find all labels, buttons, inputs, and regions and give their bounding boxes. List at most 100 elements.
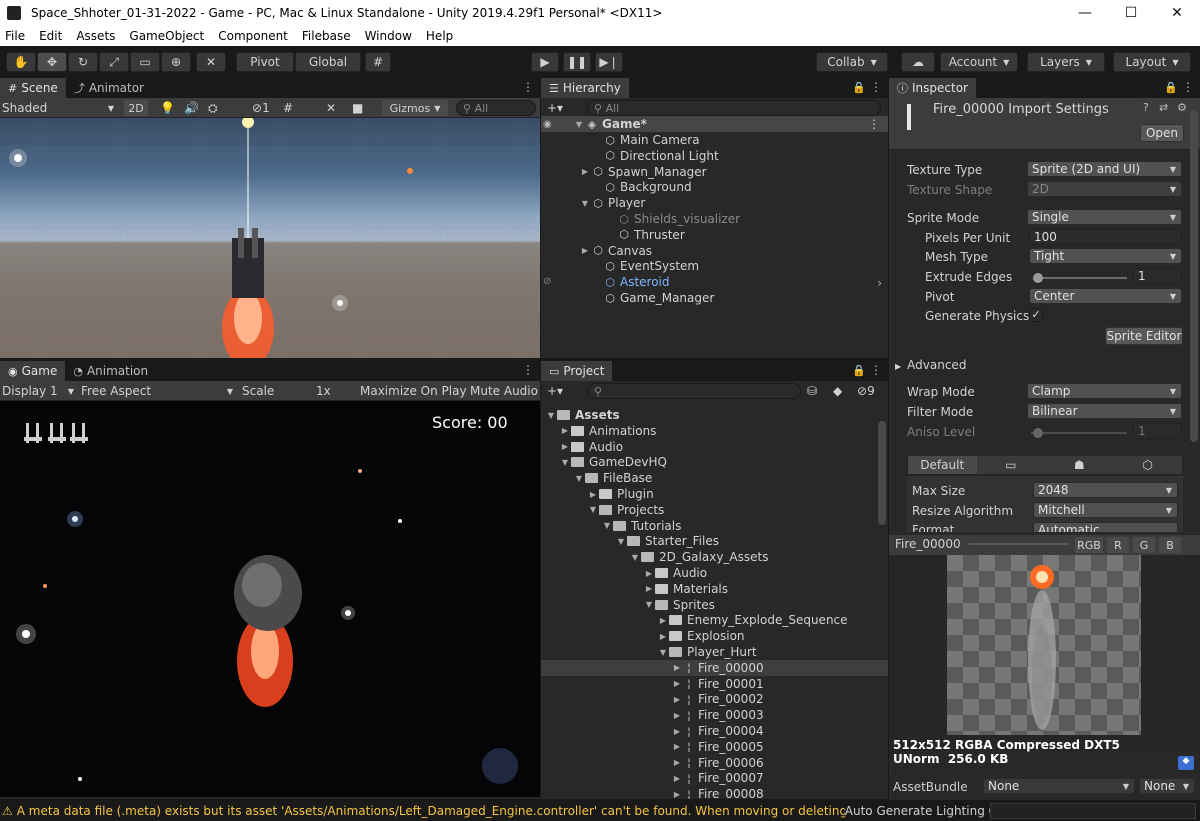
project-folder-item[interactable]: ▶ Materials: [541, 581, 888, 597]
tab-scene[interactable]: # Scene: [0, 78, 66, 98]
gizmos-dropdown[interactable]: Gizmos ▼: [382, 100, 448, 116]
project-search-input[interactable]: ⚲: [587, 383, 801, 399]
project-folder-item[interactable]: ▼ Projects: [541, 502, 888, 518]
maximize-on-play-toggle[interactable]: Maximize On Play: [360, 383, 467, 399]
collab-dropdown[interactable]: Collab ▼: [816, 52, 888, 72]
hierarchy-item[interactable]: ▶ ⬡ Canvas: [541, 243, 888, 259]
platform-tab-android-icon[interactable]: ☗: [1045, 456, 1114, 474]
project-folder-item[interactable]: ▶ Explosion: [541, 628, 888, 644]
assetbundle-dropdown[interactable]: None ▼: [983, 778, 1135, 794]
expand-arrow[interactable]: ▶: [643, 569, 655, 578]
custom-tool-icon[interactable]: ✕: [196, 52, 226, 72]
help-icon[interactable]: ?: [1143, 101, 1149, 114]
expand-arrow[interactable]: ▼: [601, 521, 613, 530]
project-folder-item[interactable]: ▶ Audio: [541, 565, 888, 581]
project-folder-item[interactable]: ▼ FileBase: [541, 470, 888, 486]
expand-arrow[interactable]: ▼: [573, 474, 585, 483]
effects-toggle-icon[interactable]: ⛭: [208, 100, 218, 116]
minimize-button[interactable]: —: [1062, 0, 1108, 26]
project-folder-item[interactable]: ▶ Enemy_Explode_Sequence: [541, 612, 888, 628]
project-folder-item[interactable]: ▼ 2D_Galaxy_Assets: [541, 549, 888, 565]
mode-2d-toggle[interactable]: 2D: [124, 100, 148, 116]
expand-arrow[interactable]: ▶: [587, 490, 599, 499]
expand-arrow[interactable]: ▶: [559, 442, 571, 451]
pivot-toggle[interactable]: Pivot: [236, 52, 294, 72]
mute-audio-toggle[interactable]: Mute Audio: [470, 383, 538, 399]
menu-gameobject[interactable]: GameObject: [129, 29, 204, 43]
panel-menu-icon[interactable]: ⋮: [522, 80, 534, 94]
expand-arrow[interactable]: ▼: [587, 505, 599, 514]
shading-dropdown[interactable]: Shaded ▼: [2, 100, 116, 116]
extrude-edges-field[interactable]: 1: [1133, 268, 1182, 284]
project-folder-item[interactable]: ▶ Plugin: [541, 486, 888, 502]
tools-icon[interactable]: ✕: [326, 100, 336, 116]
wrap-mode-dropdown[interactable]: Clamp ▼: [1027, 383, 1182, 399]
grid-snap-icon[interactable]: #: [365, 52, 391, 72]
expand-arrow[interactable]: ▶: [671, 790, 683, 799]
filter-mode-dropdown[interactable]: Bilinear ▼: [1027, 403, 1182, 419]
project-folder-item[interactable]: ▼ Assets: [541, 407, 888, 423]
hierarchy-item[interactable]: ⬡ Background: [541, 179, 888, 195]
channel-g-button[interactable]: G: [1133, 537, 1155, 553]
channel-b-button[interactable]: B: [1159, 537, 1181, 553]
move-tool-icon[interactable]: ✥: [37, 52, 67, 72]
hierarchy-item[interactable]: ▶ ⬡ Spawn_Manager: [541, 164, 888, 180]
transform-tool-icon[interactable]: ⊕: [161, 52, 191, 72]
texture-type-dropdown[interactable]: Sprite (2D and UI) ▼: [1027, 161, 1182, 177]
platform-tab-default[interactable]: Default: [908, 456, 977, 474]
chevron-right-icon[interactable]: ›: [877, 276, 882, 290]
inspector-scrollbar[interactable]: [1190, 110, 1198, 442]
hierarchy-item[interactable]: ▼ ⬡ Player: [541, 195, 888, 211]
layers-dropdown[interactable]: Layers ▼: [1027, 52, 1105, 72]
project-file-item[interactable]: ▶ ¦ Fire_00004: [541, 723, 888, 739]
project-folder-item[interactable]: ▼ GameDevHQ: [541, 454, 888, 470]
create-plus-icon[interactable]: +▾: [547, 383, 563, 399]
scene-view[interactable]: [0, 118, 540, 358]
menu-assets[interactable]: Assets: [76, 29, 115, 43]
label-tag-icon[interactable]: ◆: [1178, 756, 1194, 770]
account-dropdown[interactable]: Account ▼: [940, 52, 1018, 72]
project-file-item[interactable]: ▶ ¦ Fire_00002: [541, 691, 888, 707]
expand-arrow[interactable]: ▶: [657, 616, 669, 625]
rect-tool-icon[interactable]: ▭: [130, 52, 160, 72]
scene-menu-icon[interactable]: ⋮: [868, 117, 880, 131]
extrude-slider-knob[interactable]: [1033, 273, 1043, 283]
project-file-item[interactable]: ▶ ¦ Fire_00003: [541, 707, 888, 723]
close-button[interactable]: ✕: [1154, 0, 1200, 26]
lock-icon[interactable]: 🔒: [852, 364, 866, 377]
expand-arrow[interactable]: ▼: [545, 411, 557, 420]
grid-toggle-icon[interactable]: #: [283, 100, 293, 116]
play-button[interactable]: ▶: [531, 52, 559, 72]
global-toggle[interactable]: Global: [295, 52, 361, 72]
expand-arrow[interactable]: ▼: [615, 537, 627, 546]
preview-mip-slider[interactable]: [969, 543, 1069, 545]
expand-arrow[interactable]: ▶: [671, 742, 683, 751]
expand-arrow[interactable]: ▶: [671, 758, 683, 767]
filter-by-label-icon[interactable]: ◆: [833, 383, 842, 399]
project-folder-item[interactable]: ▼ Starter_Files: [541, 533, 888, 549]
hierarchy-item[interactable]: ⬡ Main Camera: [541, 132, 888, 148]
status-message[interactable]: A meta data file (.meta) exists but its …: [17, 804, 845, 818]
filter-by-type-icon[interactable]: ⛁: [807, 383, 817, 399]
platform-tab-webgl-icon[interactable]: ⬡: [1114, 456, 1183, 474]
visibility-icon[interactable]: ⊘ 9: [857, 383, 875, 399]
cloud-icon[interactable]: ☁: [901, 52, 935, 72]
expand-arrow[interactable]: ▶: [671, 711, 683, 720]
lock-icon[interactable]: 🔒: [852, 81, 866, 94]
sprite-mode-dropdown[interactable]: Single ▼: [1027, 209, 1182, 225]
hierarchy-item[interactable]: ⬡ EventSystem: [541, 258, 888, 274]
tab-animation[interactable]: ◔ Animation: [65, 361, 156, 381]
expand-arrow[interactable]: ▶: [671, 727, 683, 736]
menu-component[interactable]: Component: [218, 29, 288, 43]
tab-animator[interactable]: ⤴ Animator: [66, 78, 152, 98]
expand-arrow[interactable]: ▶: [643, 584, 655, 593]
panel-menu-icon[interactable]: ⋮: [870, 363, 882, 377]
expand-arrow[interactable]: ▶: [579, 167, 591, 176]
visibility-icon[interactable]: ⊘ 1: [252, 100, 270, 116]
panel-menu-icon[interactable]: ⋮: [522, 363, 534, 377]
hidden-eye-icon[interactable]: ⊘: [543, 276, 551, 287]
hierarchy-item[interactable]: ⬡ Thruster: [541, 227, 888, 243]
channel-r-button[interactable]: R: [1107, 537, 1129, 553]
menu-filebase[interactable]: Filebase: [302, 29, 351, 43]
maximize-button[interactable]: ☐: [1108, 0, 1154, 26]
